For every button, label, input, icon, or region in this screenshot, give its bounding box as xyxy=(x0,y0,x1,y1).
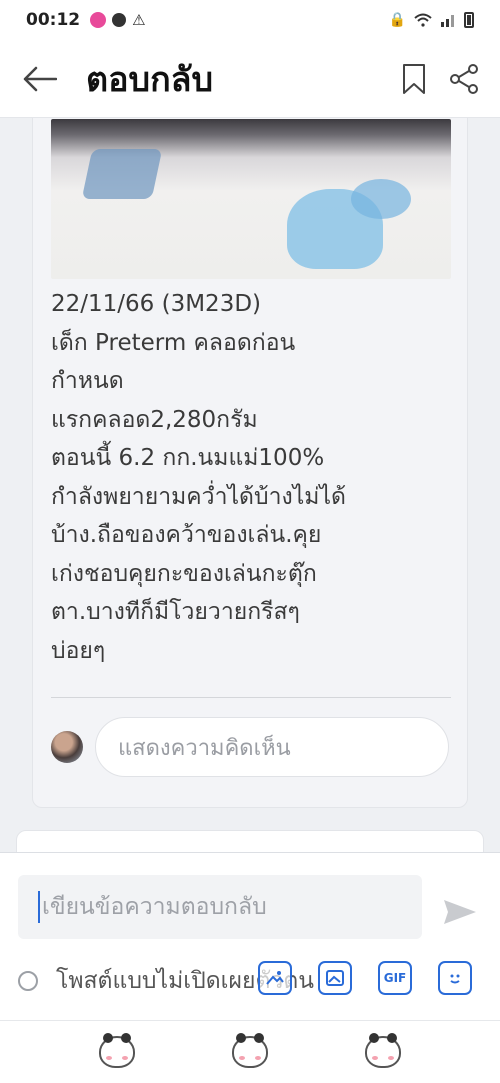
reply-placeholder: เขียนข้อความตอบกลับ xyxy=(42,894,267,920)
composer-tools: GIF xyxy=(258,961,472,995)
back-arrow-icon[interactable] xyxy=(20,59,60,99)
warning-icon: ⚠ xyxy=(132,11,146,29)
avatar[interactable] xyxy=(51,731,83,763)
status-bar: 00:12 ⚠ 🔒 xyxy=(0,0,500,40)
gif-label: GIF xyxy=(383,971,407,985)
post-card: 22/11/66 (3M23D) เด็ก Preterm คลอดก่อน ก… xyxy=(32,118,468,808)
text-caret xyxy=(38,891,40,923)
lock-icon: 🔒 xyxy=(388,12,406,28)
status-time: 00:12 xyxy=(26,10,81,30)
signal-icon xyxy=(441,15,454,27)
share-icon[interactable] xyxy=(448,63,480,95)
panda-sticker-icon[interactable] xyxy=(98,1033,135,1068)
bookmark-icon[interactable] xyxy=(402,63,426,95)
panda-sticker-icon[interactable] xyxy=(231,1033,268,1068)
battery-icon xyxy=(464,12,474,28)
status-icons: 🔒 xyxy=(389,12,474,28)
app-header: ตอบกลับ xyxy=(0,40,500,118)
post-photo[interactable] xyxy=(51,119,451,279)
app-notification-icon xyxy=(90,12,107,28)
anonymous-radio[interactable] xyxy=(18,971,38,991)
messenger-icon xyxy=(112,13,127,27)
sticker-icon[interactable] xyxy=(438,961,472,995)
send-icon[interactable] xyxy=(442,897,478,927)
comment-input[interactable]: แสดงความคิดเห็น xyxy=(95,717,449,777)
panda-sticker-icon[interactable] xyxy=(365,1033,402,1068)
reply-input[interactable]: เขียนข้อความตอบกลับ xyxy=(18,875,422,939)
next-post-card xyxy=(16,830,484,853)
image-icon[interactable] xyxy=(258,961,292,995)
sticker-bar xyxy=(0,1020,500,1083)
reply-composer: เขียนข้อความตอบกลับ โพสต์แบบไม่เปิดเผยตั… xyxy=(0,852,500,1020)
page-title: ตอบกลับ xyxy=(86,59,214,100)
gallery-icon[interactable] xyxy=(318,961,352,995)
divider xyxy=(51,697,451,698)
post-text: 22/11/66 (3M23D) เด็ก Preterm คลอดก่อน ก… xyxy=(51,291,346,664)
content-area[interactable]: 22/11/66 (3M23D) เด็ก Preterm คลอดก่อน ก… xyxy=(0,118,500,853)
wifi-icon xyxy=(414,13,432,27)
gif-icon[interactable]: GIF xyxy=(378,961,412,995)
